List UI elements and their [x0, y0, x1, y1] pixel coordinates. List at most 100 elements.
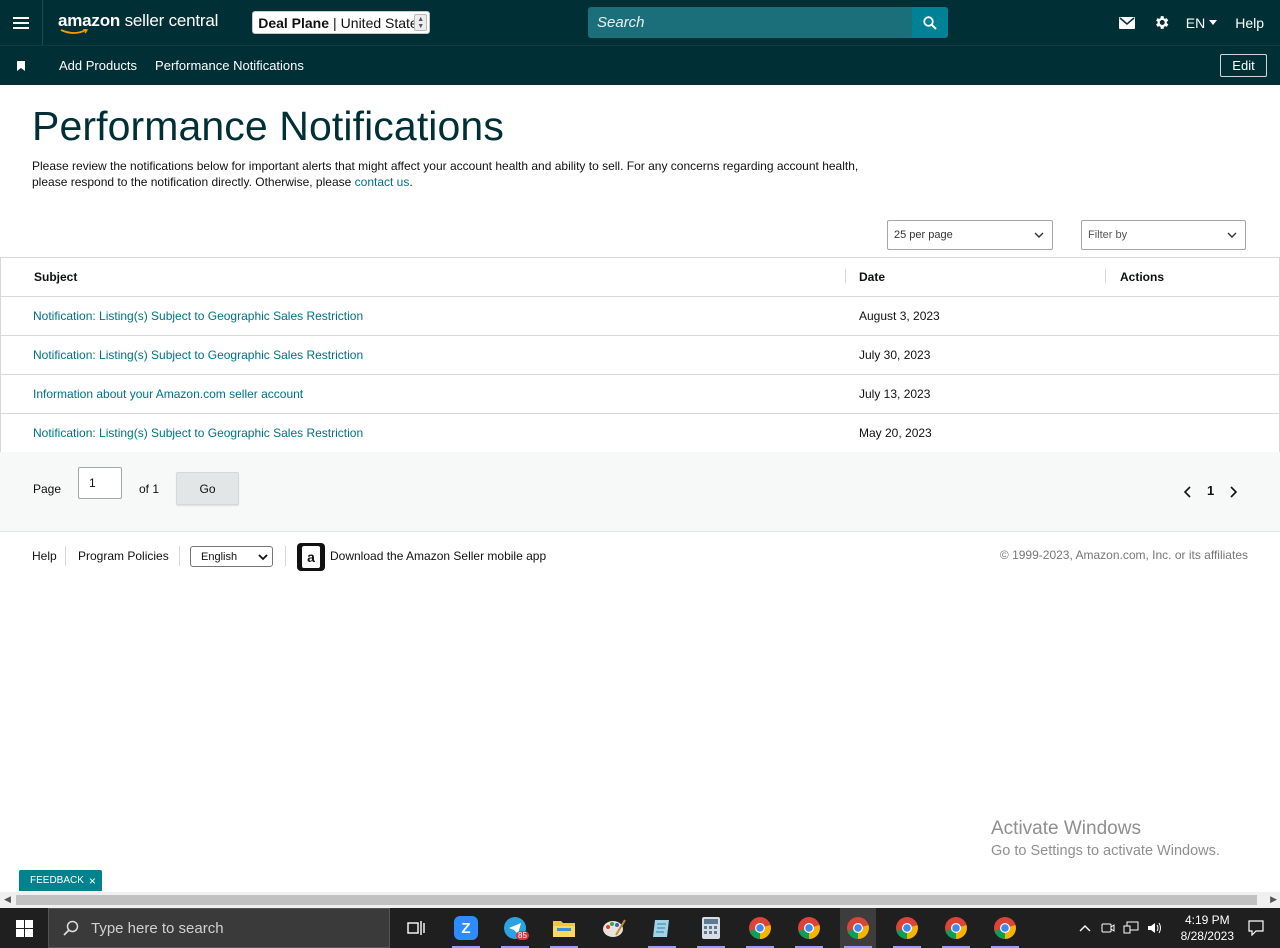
- notifications-table: Subject Date Actions Notification: Listi…: [0, 257, 1280, 453]
- windows-start-icon[interactable]: [0, 908, 48, 948]
- column-subject[interactable]: Subject: [34, 270, 77, 284]
- page-intro: Please review the notifications below fo…: [32, 158, 872, 190]
- notification-subject-link[interactable]: Notification: Listing(s) Subject to Geog…: [33, 309, 363, 323]
- column-date[interactable]: Date: [859, 270, 885, 284]
- chevron-down-icon: [258, 554, 268, 561]
- horizontal-scrollbar[interactable]: ◀ ▶: [0, 892, 1280, 908]
- table-row: Notification: Listing(s) Subject to Geog…: [1, 297, 1279, 336]
- chrome-icon[interactable]: [742, 908, 778, 948]
- bookmark-icon[interactable]: [17, 60, 27, 71]
- show-hidden-icons-icon[interactable]: [1079, 924, 1091, 932]
- mail-icon[interactable]: [1118, 16, 1135, 29]
- column-actions: Actions: [1120, 270, 1165, 284]
- page-label: Page: [33, 482, 62, 496]
- help-link[interactable]: Help: [1235, 15, 1264, 31]
- go-button[interactable]: Go: [176, 472, 239, 505]
- footer-language-select[interactable]: English: [190, 546, 273, 567]
- account-switcher[interactable]: Deal Plane | United States ▲ ▼: [252, 11, 431, 34]
- column-divider: [1105, 269, 1106, 283]
- clock-time: 4:19 PM: [1184, 913, 1230, 927]
- footer-divider: [179, 546, 180, 566]
- taskbar-clock[interactable]: 4:19 PM 8/28/2023: [1181, 912, 1234, 944]
- pagination-bar: Page 1 of 1 Go 1: [0, 452, 1280, 532]
- page-count-label: of 1: [139, 482, 160, 496]
- program-policies-link[interactable]: Program Policies: [78, 549, 169, 563]
- download-app-link[interactable]: Download the Amazon Seller mobile app: [330, 549, 546, 563]
- contact-us-link[interactable]: contact us: [355, 175, 410, 189]
- filter-by-select[interactable]: Filter by: [1081, 220, 1246, 250]
- file-explorer-icon[interactable]: [546, 908, 582, 948]
- notification-date: August 3, 2023: [859, 309, 940, 323]
- chrome-icon[interactable]: [987, 908, 1023, 948]
- notification-date: July 13, 2023: [859, 387, 931, 401]
- logo-product: seller central: [124, 10, 219, 30]
- scroll-left-icon[interactable]: ◀: [4, 894, 11, 905]
- filter-by-value: Filter by: [1088, 229, 1128, 241]
- gear-icon[interactable]: [1153, 14, 1170, 31]
- page-footer: Help Program Policies English a Download…: [0, 540, 1280, 572]
- column-divider: [845, 269, 846, 283]
- logo-brand: amazon: [58, 10, 121, 30]
- table-row: Information about your Amazon.com seller…: [1, 375, 1279, 414]
- system-tray: 4:19 PM 8/28/2023: [1079, 908, 1280, 948]
- network-icon[interactable]: [1123, 921, 1139, 935]
- intro-text: Please review the notifications below fo…: [32, 159, 859, 189]
- notification-subject-link[interactable]: Notification: Listing(s) Subject to Geog…: [33, 426, 363, 440]
- per-page-select[interactable]: 25 per page: [887, 220, 1053, 250]
- scrollbar-thumb[interactable]: [16, 895, 1257, 905]
- menu-icon[interactable]: [0, 0, 43, 45]
- chrome-icon[interactable]: [889, 908, 925, 948]
- meet-now-icon[interactable]: [1101, 921, 1115, 935]
- volume-icon[interactable]: [1147, 921, 1163, 935]
- current-page[interactable]: 1: [1207, 483, 1214, 498]
- search-icon: [63, 920, 79, 936]
- windows-activation-watermark: Activate Windows Go to Settings to activ…: [991, 818, 1220, 859]
- chrome-icon[interactable]: [840, 908, 876, 948]
- notification-subject-link[interactable]: Notification: Listing(s) Subject to Geog…: [33, 348, 363, 362]
- notepad-icon[interactable]: [644, 908, 680, 948]
- edit-button[interactable]: Edit: [1220, 54, 1267, 77]
- svg-text:Z: Z: [461, 920, 470, 937]
- zoom-icon[interactable]: Z: [448, 908, 484, 948]
- chevron-left-icon[interactable]: [1183, 485, 1192, 503]
- paint-icon[interactable]: [596, 908, 632, 948]
- page-title: Performance Notifications: [32, 103, 504, 149]
- table-header: Subject Date Actions: [1, 258, 1279, 297]
- watermark-title: Activate Windows: [991, 818, 1141, 839]
- telegram-icon[interactable]: 85: [497, 908, 533, 948]
- store-separator: |: [333, 14, 337, 31]
- search-button[interactable]: [912, 7, 948, 38]
- amazon-seller-central-logo[interactable]: amazon seller central: [58, 10, 219, 34]
- search-icon: [923, 15, 937, 30]
- search-bar: Search: [588, 7, 948, 38]
- notifications-icon[interactable]: [1248, 920, 1264, 936]
- chrome-icon[interactable]: [791, 908, 827, 948]
- watermark-subtitle: Go to Settings to activate Windows.: [991, 843, 1220, 859]
- search-input[interactable]: Search: [588, 7, 912, 38]
- notification-subject-link[interactable]: Information about your Amazon.com seller…: [33, 387, 303, 401]
- footer-divider: [285, 546, 286, 566]
- language-selector[interactable]: EN: [1185, 14, 1218, 31]
- per-page-value: 25 per page: [894, 229, 953, 241]
- task-view-icon[interactable]: [398, 908, 434, 948]
- clock-date: 8/28/2023: [1180, 929, 1234, 943]
- caret-down-icon: [1209, 20, 1218, 25]
- nav-add-products[interactable]: Add Products: [59, 58, 137, 73]
- amazon-seller-app-icon[interactable]: a: [297, 543, 325, 571]
- chevron-right-icon[interactable]: [1229, 485, 1238, 503]
- chrome-icon[interactable]: [938, 908, 974, 948]
- calculator-icon[interactable]: [693, 908, 729, 948]
- taskbar-search-input[interactable]: Type here to search: [48, 908, 390, 948]
- table-row: Notification: Listing(s) Subject to Geog…: [1, 336, 1279, 375]
- nav-performance-notifications[interactable]: Performance Notifications: [155, 58, 304, 73]
- language-label: EN: [1185, 14, 1206, 31]
- scroll-right-icon[interactable]: ▶: [1270, 894, 1277, 905]
- intro-end: .: [409, 175, 413, 189]
- table-row: Notification: Listing(s) Subject to Geog…: [1, 414, 1279, 453]
- page-number-input[interactable]: 1: [78, 467, 122, 499]
- close-icon[interactable]: ×: [89, 874, 96, 888]
- footer-help-link[interactable]: Help: [32, 549, 57, 563]
- footer-language-value: English: [201, 551, 238, 563]
- feedback-tab[interactable]: FEEDBACK ×: [19, 870, 102, 891]
- store-name: Deal Plane: [258, 14, 330, 31]
